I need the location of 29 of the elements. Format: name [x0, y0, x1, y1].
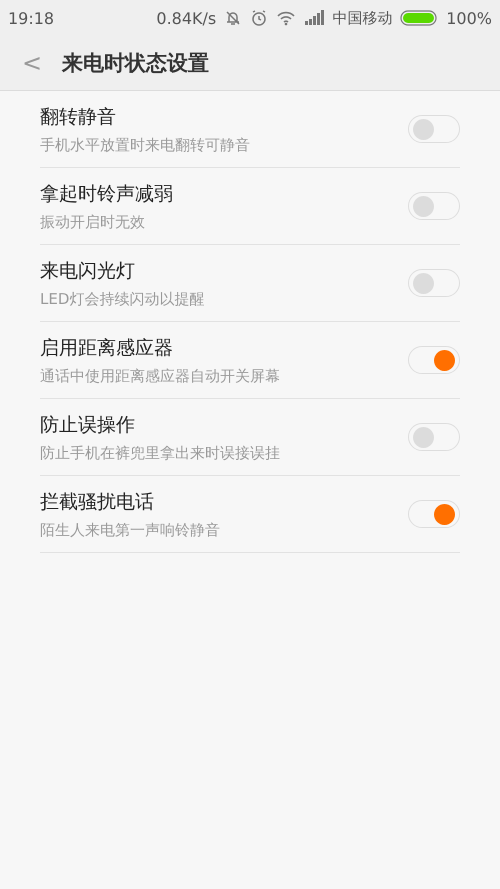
toggle-switch[interactable]	[408, 192, 460, 220]
setting-title: 翻转静音	[40, 104, 117, 130]
wifi-icon	[276, 10, 296, 26]
setting-title: 防止误操作	[40, 412, 136, 438]
toggle-switch[interactable]	[408, 115, 460, 143]
page-title: 来电时状态设置	[62, 50, 210, 77]
signal-icon	[304, 10, 324, 26]
toggle-switch[interactable]	[408, 423, 460, 451]
setting-description: 陌生人来电第一声响铃静音	[40, 520, 221, 540]
clock: 19:18	[8, 8, 56, 28]
setting-title: 拦截骚扰电话	[40, 490, 155, 514]
setting-description: 防止手机在裤兜里拿出来时误接误挂	[40, 444, 281, 462]
battery-percent: 100%	[446, 8, 492, 28]
battery-icon	[400, 10, 438, 26]
setting-description: 通话中使用距离感应器自动开关屏幕	[40, 366, 281, 386]
toggle-switch[interactable]	[408, 269, 460, 297]
setting-description: 振动开启时无效	[40, 212, 146, 232]
network-speed: 0.84K/s	[156, 8, 216, 28]
toggle-switch[interactable]	[408, 346, 460, 374]
alarm-clock-icon	[250, 9, 268, 27]
toggle-switch[interactable]	[408, 500, 460, 528]
back-button[interactable]: <	[22, 49, 42, 77]
setting-title: 启用距离感应器	[40, 336, 174, 360]
setting-description: 手机水平放置时来电翻转可静音	[40, 136, 251, 154]
setting-title: 拿起时铃声减弱	[40, 182, 174, 206]
carrier-name: 中国移动	[332, 8, 392, 28]
setting-title: 来电闪光灯	[40, 258, 136, 284]
setting-description: LED灯会持续闪动以提醒	[40, 290, 206, 308]
muted-bell-icon	[224, 9, 242, 27]
